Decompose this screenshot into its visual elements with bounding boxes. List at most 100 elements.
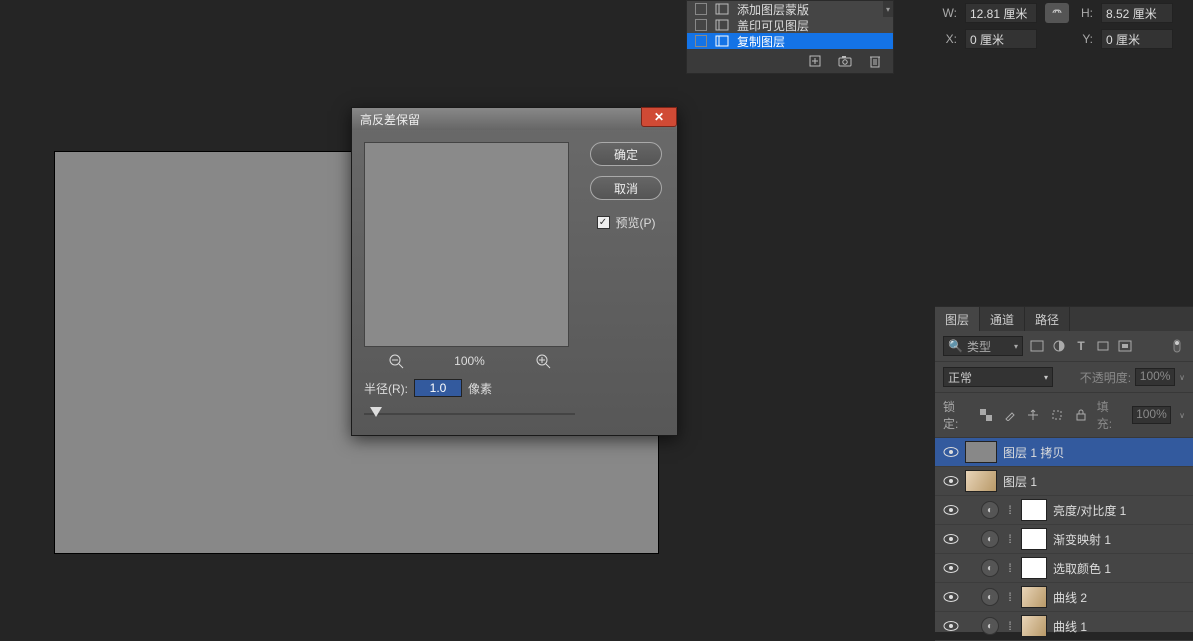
layer-filter-select[interactable]: 🔍 类型 ▾ (943, 336, 1023, 356)
layer-thumbnail[interactable] (965, 470, 997, 492)
layer-name[interactable]: 曲线 2 (1053, 589, 1087, 606)
preview-checkbox[interactable]: ✓ (597, 216, 610, 229)
layer-thumbnail[interactable] (965, 441, 997, 463)
layer-item[interactable]: 图层 1 拷贝 (935, 438, 1193, 467)
history-panel: 添加图层蒙版 盖印可见图层 复制图层 ▾ (686, 0, 894, 74)
y-label: Y: (1077, 32, 1093, 46)
layer-icon (715, 3, 729, 15)
tab-channels[interactable]: 通道 (980, 307, 1025, 331)
trash-icon[interactable] (867, 53, 883, 69)
checkbox-icon[interactable] (695, 19, 707, 31)
x-input[interactable]: 0 厘米 (965, 29, 1037, 49)
layer-name[interactable]: 渐变映射 1 (1053, 531, 1111, 548)
layer-item[interactable]: ◐ ⁞ 渐变映射 1 (935, 525, 1193, 554)
radius-label: 半径(R): (364, 380, 408, 397)
radius-slider[interactable] (364, 405, 575, 423)
filter-image-icon[interactable] (1029, 338, 1045, 354)
filter-toggle-icon[interactable] (1169, 338, 1185, 354)
fill-label: 填充: (1097, 398, 1124, 432)
zoom-out-icon[interactable] (388, 353, 404, 369)
zoom-in-icon[interactable] (535, 353, 551, 369)
lock-all-icon[interactable] (1073, 407, 1089, 423)
filter-text-icon[interactable]: T (1073, 338, 1089, 354)
mask-link-icon[interactable]: ⁞ (1005, 503, 1015, 517)
visibility-icon[interactable] (943, 560, 959, 576)
filter-adjustment-icon[interactable] (1051, 338, 1067, 354)
layer-name[interactable]: 选取颜色 1 (1053, 560, 1111, 577)
filter-shape-icon[interactable] (1095, 338, 1111, 354)
ok-button[interactable]: 确定 (590, 142, 662, 166)
mask-link-icon[interactable]: ⁞ (1005, 619, 1015, 633)
visibility-icon[interactable] (943, 589, 959, 605)
search-icon: 🔍 (948, 339, 963, 353)
width-input[interactable]: 12.81 厘米 (965, 3, 1037, 23)
opacity-input[interactable]: 100% (1135, 368, 1175, 386)
blend-mode-select[interactable]: 正常 ▾ (943, 367, 1053, 387)
height-input[interactable]: 8.52 厘米 (1101, 3, 1173, 23)
adjustment-icon: ◐ (981, 617, 999, 635)
checkbox-icon[interactable] (695, 3, 707, 15)
layer-name[interactable]: 图层 1 拷贝 (1003, 444, 1064, 461)
history-item[interactable]: 盖印可见图层 (687, 17, 893, 33)
opacity-label: 不透明度: (1080, 369, 1131, 386)
radius-input[interactable] (414, 379, 462, 397)
lock-paint-icon[interactable] (1002, 407, 1018, 423)
close-button[interactable]: ✕ (641, 107, 677, 127)
history-label: 盖印可见图层 (737, 17, 809, 34)
visibility-icon[interactable] (943, 531, 959, 547)
preview-checkbox-label: 预览(P) (616, 214, 656, 231)
lock-artboard-icon[interactable] (1049, 407, 1065, 423)
mask-thumbnail[interactable] (1021, 586, 1047, 608)
height-label: H: (1077, 6, 1093, 20)
scrollbar[interactable]: ▾ (883, 1, 893, 17)
mask-thumbnail[interactable] (1021, 528, 1047, 550)
layer-name[interactable]: 亮度/对比度 1 (1053, 502, 1126, 519)
y-input[interactable]: 0 厘米 (1101, 29, 1173, 49)
history-item[interactable]: 复制图层 (687, 33, 893, 49)
mask-link-icon[interactable]: ⁞ (1005, 590, 1015, 604)
checkbox-icon[interactable] (695, 35, 707, 47)
lock-position-icon[interactable] (1025, 407, 1041, 423)
history-item[interactable]: 添加图层蒙版 (687, 1, 893, 17)
adjustment-icon: ◐ (981, 530, 999, 548)
new-document-icon[interactable] (807, 53, 823, 69)
layer-item[interactable]: ◐ ⁞ 曲线 1 (935, 612, 1193, 641)
lock-transparent-icon[interactable] (978, 407, 994, 423)
layers-list: 图层 1 拷贝 图层 1 ◐ ⁞ 亮度/对比度 1 ◐ ⁞ (935, 438, 1193, 641)
filter-smart-icon[interactable] (1117, 338, 1133, 354)
visibility-icon[interactable] (943, 444, 959, 460)
layer-item[interactable]: ◐ ⁞ 曲线 2 (935, 583, 1193, 612)
cancel-button[interactable]: 取消 (590, 176, 662, 200)
mask-link-icon[interactable]: ⁞ (1005, 532, 1015, 546)
fill-input[interactable]: 100% (1132, 406, 1171, 424)
layer-icon (715, 19, 729, 31)
history-label: 复制图层 (737, 33, 785, 50)
adjustment-icon: ◐ (981, 501, 999, 519)
adjustment-icon: ◐ (981, 588, 999, 606)
lock-label: 锁定: (943, 398, 970, 432)
history-label: 添加图层蒙版 (737, 1, 809, 18)
camera-icon[interactable] (837, 53, 853, 69)
layer-icon (715, 35, 729, 47)
visibility-icon[interactable] (943, 502, 959, 518)
mask-thumbnail[interactable] (1021, 499, 1047, 521)
filter-preview[interactable] (364, 142, 569, 347)
mask-link-icon[interactable]: ⁞ (1005, 561, 1015, 575)
layer-name[interactable]: 图层 1 (1003, 473, 1037, 490)
visibility-icon[interactable] (943, 473, 959, 489)
slider-thumb-icon[interactable] (370, 407, 382, 417)
width-label: W: (941, 6, 957, 20)
tab-paths[interactable]: 路径 (1025, 307, 1070, 331)
layer-item[interactable]: ◐ ⁞ 选取颜色 1 (935, 554, 1193, 583)
layer-item[interactable]: ◐ ⁞ 亮度/对比度 1 (935, 496, 1193, 525)
link-icon[interactable] (1045, 3, 1069, 23)
tab-layers[interactable]: 图层 (935, 307, 980, 331)
x-label: X: (941, 32, 957, 46)
dialog-titlebar[interactable]: 高反差保留 ✕ (352, 108, 677, 130)
layer-item[interactable]: 图层 1 (935, 467, 1193, 496)
radius-unit: 像素 (468, 380, 492, 397)
high-pass-dialog: 高反差保留 ✕ 100% 半径(R): 像素 (351, 107, 678, 436)
mask-thumbnail[interactable] (1021, 557, 1047, 579)
layers-panel: 图层 通道 路径 🔍 类型 ▾ T 正常 ▾ 不透明度: 100% ∨ (935, 306, 1193, 632)
mask-thumbnail[interactable] (1021, 615, 1047, 637)
